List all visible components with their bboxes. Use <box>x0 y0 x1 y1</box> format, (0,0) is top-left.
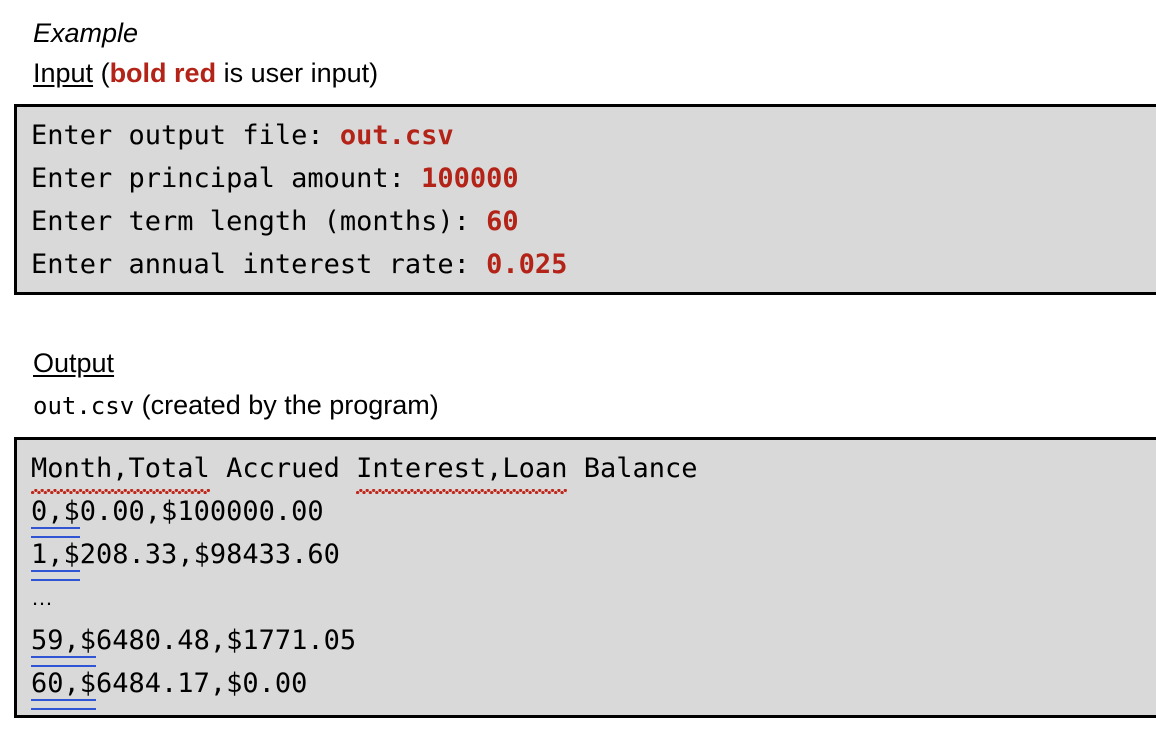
output-filename: out.csv <box>33 392 135 420</box>
csv-row-rest: 0.00,$100000.00 <box>79 496 324 527</box>
console-user-value: out.csv <box>339 120 454 151</box>
csv-data-row: 0,$0.00,$100000.00 <box>31 490 1156 538</box>
console-line: Enter term length (months): 60 <box>31 200 1156 243</box>
console-prompt: Enter annual interest rate: <box>31 249 487 280</box>
console-prompt: Enter term length (months): <box>31 206 487 237</box>
csv-header-segment: Accrued <box>209 453 357 484</box>
input-console-box: Enter output file: out.csv Enter princip… <box>14 104 1156 295</box>
input-note-rest: is user input) <box>216 58 379 88</box>
csv-row-rest: 6484.17,$0.00 <box>96 668 308 699</box>
csv-data-row: 1,$208.33,$98433.60 <box>31 533 1156 581</box>
csv-data-row: 60,$6484.17,$0.00 <box>31 662 1156 710</box>
csv-row-marked-token: 1,$ <box>31 533 80 581</box>
csv-header-segment-misspelled: Interest,Loan <box>356 447 568 494</box>
console-line: Enter output file: out.csv <box>31 114 1156 157</box>
csv-row-rest: 208.33,$98433.60 <box>79 539 340 570</box>
console-user-value: 0.025 <box>486 249 568 280</box>
csv-row-marked-token: 60,$ <box>31 662 97 710</box>
csv-row-marked-token: 0,$ <box>31 490 80 538</box>
input-heading: Input (bold red is user input) <box>33 58 378 89</box>
csv-header-row: Month,Total Accrued Interest,Loan Balanc… <box>31 447 1156 494</box>
input-note-open: ( <box>93 58 110 88</box>
example-heading-text: Example <box>33 18 139 48</box>
example-heading: Example <box>33 18 138 49</box>
console-line: Enter annual interest rate: 0.025 <box>31 243 1156 286</box>
output-filename-line: out.csv (created by the program) <box>33 390 439 421</box>
output-filename-note: (created by the program) <box>134 390 439 420</box>
output-heading: Output <box>33 348 114 379</box>
output-csv-box: Month,Total Accrued Interest,Loan Balanc… <box>14 437 1156 718</box>
console-prompt: Enter principal amount: <box>31 163 422 194</box>
console-prompt: Enter output file: <box>31 120 340 151</box>
output-heading-label: Output <box>33 348 115 378</box>
console-user-value: 100000 <box>421 163 519 194</box>
input-heading-label: Input <box>33 58 94 88</box>
console-line: Enter principal amount: 100000 <box>31 157 1156 200</box>
input-note-bold-red: bold red <box>109 58 217 88</box>
csv-header-segment-misspelled: Month,Total <box>31 447 210 494</box>
csv-row-marked-token: 59,$ <box>31 619 97 667</box>
csv-row-rest: 6480.48,$1771.05 <box>96 625 357 656</box>
csv-data-row: 59,$6480.48,$1771.05 <box>31 619 1156 667</box>
csv-header-segment: Balance <box>567 453 698 484</box>
console-user-value: 60 <box>486 206 519 237</box>
csv-ellipsis-row: … <box>31 585 54 610</box>
